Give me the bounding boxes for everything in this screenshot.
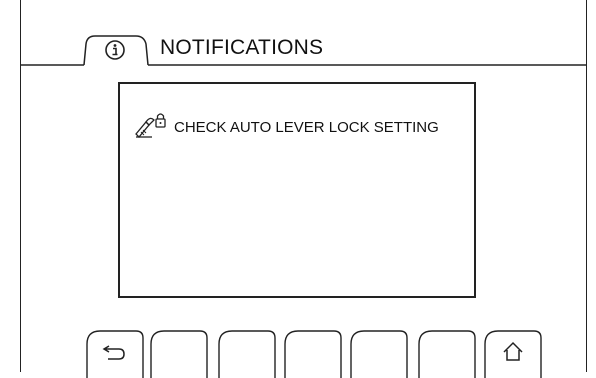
notification-box <box>118 82 476 298</box>
notification-text: CHECK AUTO LEVER LOCK SETTING <box>174 119 439 136</box>
softkey-1[interactable] <box>86 328 144 378</box>
softkey-4[interactable] <box>284 328 342 378</box>
page-title: NOTIFICATIONS <box>160 36 324 59</box>
info-icon[interactable] <box>104 39 126 61</box>
softkey-3[interactable] <box>218 328 276 378</box>
softkey-7[interactable] <box>484 328 542 378</box>
home-icon <box>503 341 523 361</box>
softkey-6[interactable] <box>418 328 476 378</box>
softkey-2[interactable] <box>150 328 208 378</box>
softkey-5[interactable] <box>350 328 408 378</box>
lever-lock-icon <box>134 110 170 138</box>
back-icon <box>102 345 125 360</box>
notifications-screen: NOTIFICATIONS CHECK AUTO LEVER LOCK SETT… <box>0 0 596 378</box>
